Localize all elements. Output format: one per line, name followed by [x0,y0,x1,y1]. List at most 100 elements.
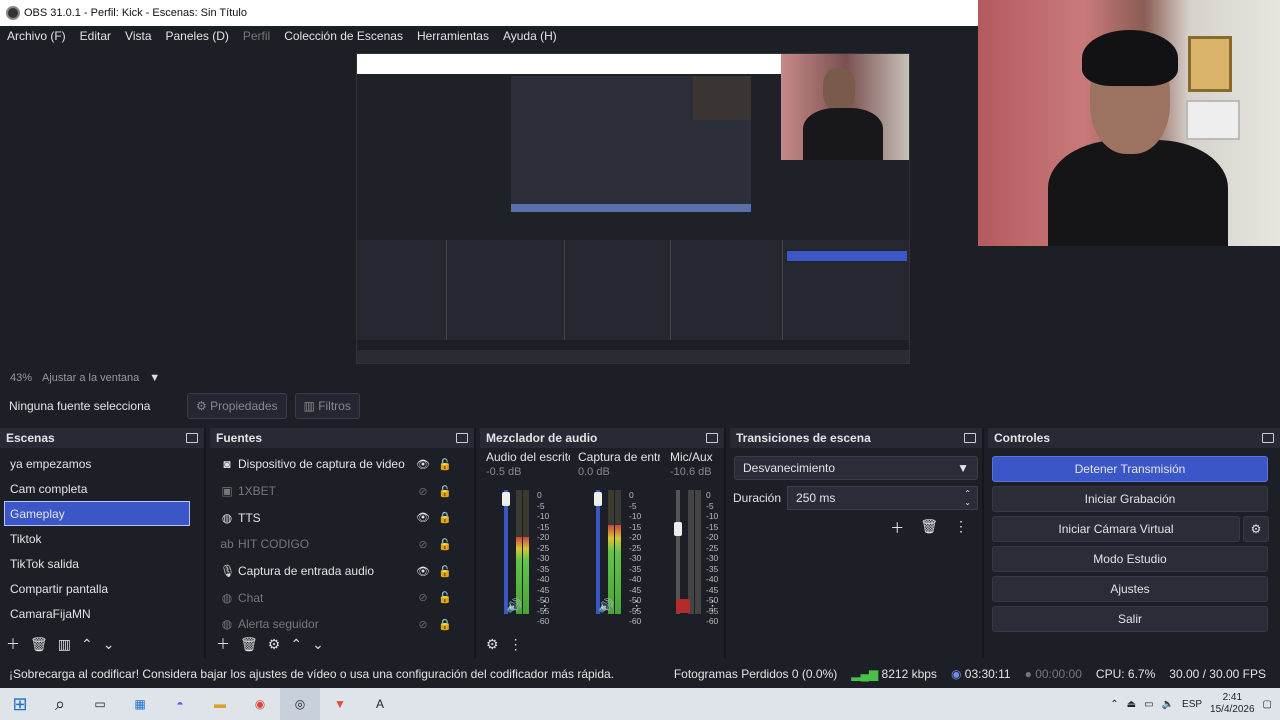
sources-header: Fuentes [210,428,474,448]
add-icon[interactable]: ＋ [6,634,20,654]
move-down-icon[interactable]: ⌄ [312,636,324,653]
unlock-icon[interactable]: 🔓 [434,458,456,471]
eye-hidden-icon[interactable]: ⊘ [412,485,434,498]
filter-icon[interactable]: ▥ [58,636,71,653]
eye-icon[interactable]: 👁 [412,458,434,471]
zoom-fit-label[interactable]: Ajustar a la ventana [42,372,139,384]
unlock-icon[interactable]: 🔓 [434,485,456,498]
volume-icon[interactable]: 🔈 [1162,699,1174,710]
source-item[interactable]: ab HIT CODIGO ⊘ 🔓 [210,531,456,558]
language-indicator[interactable]: ESP [1182,699,1202,710]
unlock-icon[interactable]: 🔓 [434,565,456,578]
volume-fader[interactable] [504,490,508,614]
kebab-menu-icon[interactable]: ⋮ [706,598,719,614]
eye-icon[interactable]: 👁 [412,511,434,524]
level-meter [688,490,694,614]
source-item[interactable]: ◍ Chat ⊘ 🔓 [210,584,456,611]
tray-up-arrow-icon[interactable]: ⌃ [1110,699,1118,710]
kebab-menu-icon[interactable]: ⋮ [954,518,968,538]
undock-icon[interactable] [186,433,198,443]
spin-arrows-icon[interactable]: ⌃ ⌄ [964,489,977,507]
eye-icon[interactable]: 👁 [412,565,434,578]
kebab-menu-icon[interactable]: ⋮ [630,598,643,614]
zoom-dropdown-icon[interactable]: ▼ [149,372,160,384]
undock-icon[interactable] [456,433,468,443]
stop-streaming-button[interactable]: Detener Transmisión [992,456,1268,482]
volume-fader[interactable] [676,490,680,614]
advanced-audio-gear-icon[interactable]: ⚙ [486,636,499,653]
settings-button[interactable]: Ajustes [992,576,1268,602]
kebab-menu-icon[interactable]: ⋮ [509,636,523,653]
kebab-menu-icon[interactable]: ⋮ [538,598,551,614]
source-item[interactable]: ▣ 1XBET ⊘ 🔓 [210,478,456,505]
network-icon[interactable]: ▭ [1144,699,1153,710]
scene-item[interactable]: Compartir pantalla [0,576,204,601]
unlock-icon[interactable]: 🔓 [434,538,456,551]
start-virtual-camera-button[interactable]: Iniciar Cámara Virtual [992,516,1240,542]
task-view-icon[interactable]: ▭ [80,688,120,720]
clock[interactable]: 2:41 15/4/2026 [1210,692,1255,716]
scene-item[interactable]: TikTok salida [0,551,204,576]
scene-item[interactable]: Cam completa [0,476,204,501]
eye-hidden-icon[interactable]: ⊘ [412,591,434,604]
move-down-icon[interactable]: ⌄ [103,636,115,653]
file-explorer-icon[interactable]: ▬ [200,688,240,720]
speaker-icon[interactable]: 🔊 [506,598,522,614]
scene-item-selected[interactable]: Gameplay [4,501,190,526]
brave-icon[interactable]: ▼ [320,688,360,720]
app-a-icon[interactable]: A [360,688,400,720]
unlock-icon[interactable]: 🔓 [434,591,456,604]
mixer-header: Mezclador de audio [480,428,724,448]
fader-knob[interactable] [594,492,602,506]
filters-button[interactable]: ▥ Filtros [294,393,360,419]
source-item[interactable]: ◍ TTS 👁 🔒 [210,504,456,531]
eye-hidden-icon[interactable]: ⊘ [412,538,434,551]
store-icon[interactable]: ▦ [120,688,160,720]
chrome-icon[interactable]: ◉ [240,688,280,720]
gear-icon[interactable]: ⚙ [268,636,281,653]
usb-icon[interactable]: ⏏ [1127,699,1136,710]
muted-icon[interactable] [676,599,690,613]
properties-button[interactable]: ⚙ Propiedades [187,393,287,419]
speaker-icon[interactable]: 🔊 [598,598,614,614]
trash-icon[interactable]: 🗑 [920,518,938,538]
source-item[interactable]: 🎙 Captura de entrada audio 👁 🔓 [210,558,456,585]
add-icon[interactable]: ＋ [890,518,904,538]
notifications-icon[interactable]: ▢ [1263,699,1272,710]
undock-icon[interactable] [706,433,718,443]
scene-item[interactable]: CamaraFijaMN [0,601,204,626]
studio-mode-button[interactable]: Modo Estudio [992,546,1268,572]
lock-icon[interactable]: 🔒 [434,511,456,524]
add-icon[interactable]: ＋ [216,634,230,654]
menu-vista[interactable]: Vista [118,29,158,43]
duration-spinbox[interactable]: 250 ms ⌃ ⌄ [787,486,978,510]
menu-editar[interactable]: Editar [73,29,118,43]
menu-paneles[interactable]: Paneles (D) [159,29,236,43]
trash-icon[interactable]: 🗑 [30,636,48,653]
discord-icon[interactable]: ◓ [160,688,200,720]
start-recording-button[interactable]: Iniciar Grabación [992,486,1268,512]
menu-archivo[interactable]: Archivo (F) [0,29,73,43]
exit-button[interactable]: Salir [992,606,1268,632]
windows-start-icon[interactable]: ⊞ [0,688,40,720]
virtual-camera-settings-button[interactable]: ⚙ [1243,516,1269,542]
trash-icon[interactable]: 🗑 [240,636,258,653]
undock-icon[interactable] [1262,433,1274,443]
fader-knob[interactable] [502,492,510,506]
menu-ayuda[interactable]: Ayuda (H) [496,29,564,43]
source-item[interactable]: ◙ Dispositivo de captura de video 👁 🔓 [210,451,456,478]
scene-item[interactable]: ya empezamos [0,451,204,476]
scene-item[interactable]: Tiktok [0,526,204,551]
menu-herramientas[interactable]: Herramientas [410,29,496,43]
search-icon[interactable]: ⌕ [40,688,80,720]
volume-fader[interactable] [596,490,600,614]
move-up-icon[interactable]: ⌃ [81,636,93,653]
move-up-icon[interactable]: ⌃ [290,636,302,653]
fader-knob[interactable] [674,522,682,536]
obs-icon[interactable]: ◎ [280,688,320,720]
transition-select[interactable]: Desvanecimiento ▼ [734,456,978,480]
level-meter [695,490,701,614]
undock-icon[interactable] [964,433,976,443]
menu-coleccion-escenas[interactable]: Colección de Escenas [277,29,410,43]
program-preview[interactable] [356,53,910,364]
